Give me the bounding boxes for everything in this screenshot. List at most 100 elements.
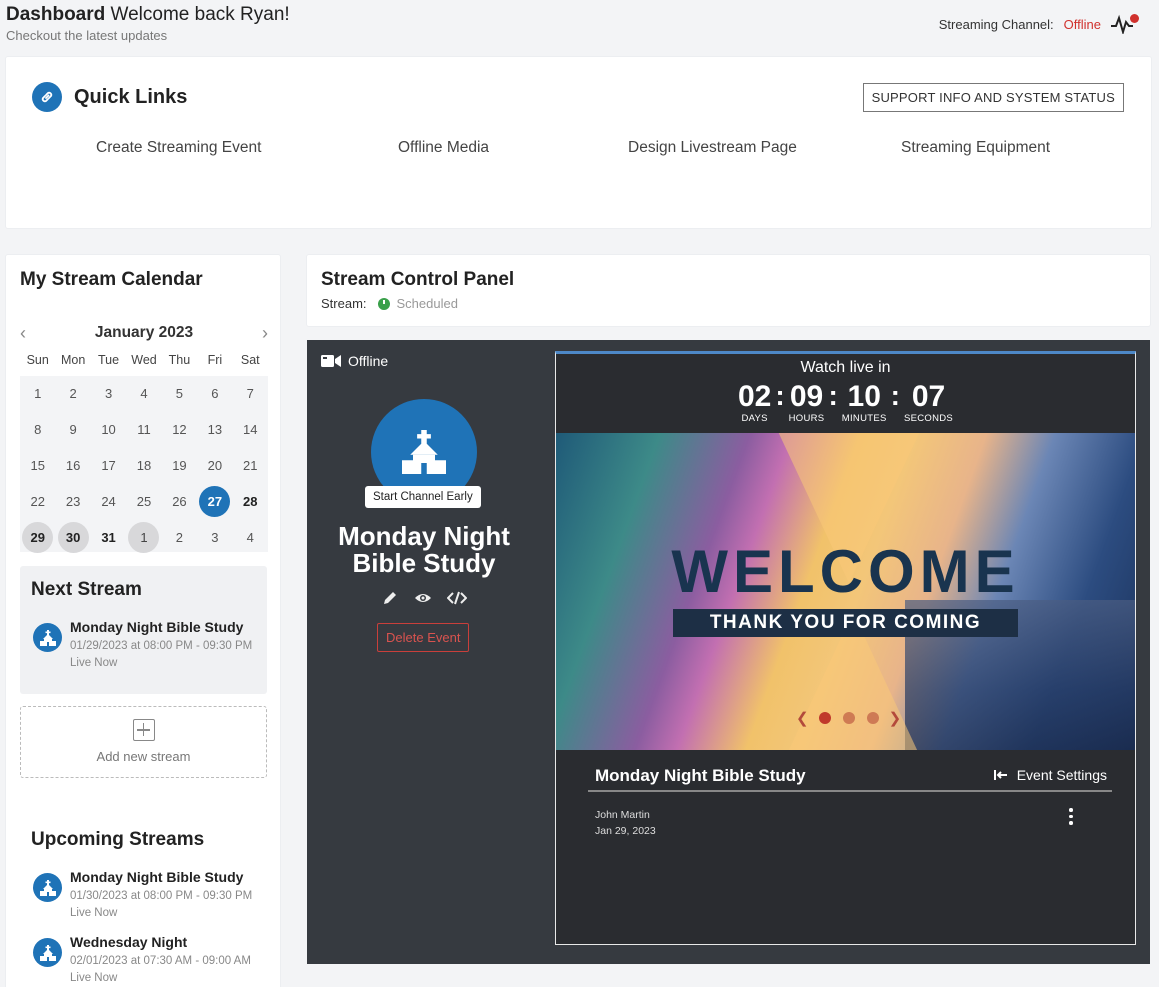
calendar-day-event[interactable]: 29 — [22, 521, 54, 553]
quick-link-design-livestream-page[interactable]: Design Livestream Page — [628, 139, 797, 157]
quick-links-card: Quick Links SUPPORT INFO AND SYSTEM STAT… — [6, 57, 1151, 228]
event-name: Monday Night Bible Study — [317, 523, 531, 577]
calendar-day[interactable]: 1 — [22, 378, 53, 409]
calendar-week-1: 1 2 3 4 5 6 7 — [20, 375, 268, 411]
calendar-day[interactable]: 22 — [22, 486, 53, 517]
carousel-dot[interactable] — [818, 712, 831, 724]
countdown-minutes: 10 MINUTES — [841, 381, 887, 425]
calendar-day-event[interactable]: 30 — [57, 521, 89, 553]
calendar-day[interactable]: 20 — [199, 450, 230, 481]
calendar-day[interactable]: 25 — [128, 486, 159, 517]
code-icon[interactable] — [446, 590, 468, 611]
eye-icon[interactable] — [414, 590, 432, 611]
upcoming-stream-status: Live Now — [70, 907, 118, 919]
chevron-right-icon[interactable]: › — [262, 323, 268, 344]
countdown-value: 09 — [789, 380, 824, 413]
offline-dot-icon — [1130, 14, 1139, 23]
pulse-icon — [1111, 14, 1139, 36]
countdown-label: MINUTES — [841, 413, 887, 424]
calendar-day[interactable]: 10 — [93, 414, 124, 445]
calendar-day[interactable]: 14 — [235, 414, 266, 445]
calendar-day[interactable]: 2 — [164, 522, 195, 553]
upcoming-stream-name: Wednesday Night — [70, 934, 188, 950]
calendar-week-5: 29 30 31 1 2 3 4 — [20, 519, 268, 555]
preview-event-date: Jan 29, 2023 — [595, 825, 656, 837]
calendar-day[interactable]: 3 — [93, 378, 124, 409]
calendar-day[interactable]: 28 — [235, 486, 266, 517]
calendar-week-2: 8 9 10 11 12 13 14 — [20, 411, 268, 447]
calendar-week-4: 22 23 24 25 26 27 28 — [20, 483, 268, 519]
calendar-week-3: 15 16 17 18 19 20 21 — [20, 447, 268, 483]
upcoming-stream-item[interactable]: Wednesday Night 02/01/2023 at 07:30 AM -… — [33, 934, 251, 984]
streaming-channel-state: Offline — [1063, 16, 1101, 32]
delete-event-button[interactable]: Delete Event — [377, 623, 470, 652]
next-stream-time: 01/29/2023 at 08:00 PM - 09:30 PM — [70, 640, 253, 652]
calendar-day[interactable]: 7 — [235, 378, 266, 409]
calendar-day[interactable]: 5 — [164, 378, 195, 409]
calendar-grid: Sun Mon Tue Wed Thu Fri Sat 1 2 3 4 5 6 … — [20, 353, 268, 555]
calendar-day[interactable]: 12 — [164, 414, 195, 445]
carousel-dot[interactable] — [842, 712, 855, 724]
calendar-weekdays: Sun Mon Tue Wed Thu Fri Sat — [20, 353, 268, 375]
next-stream-panel: Next Stream Monday Night Bible Study 01/… — [20, 566, 267, 694]
upcoming-streams-title: Upcoming Streams — [31, 829, 205, 850]
preview-event-author: John Martin — [595, 809, 650, 821]
countdown: 02 DAYS : 09 HOURS : 10 MINUTES : 07 SEC… — [556, 380, 1135, 425]
church-icon — [33, 873, 62, 902]
calendar-day[interactable]: 13 — [199, 414, 230, 445]
calendar-day[interactable]: 6 — [199, 378, 230, 409]
support-info-button[interactable]: SUPPORT INFO AND SYSTEM STATUS — [862, 83, 1124, 112]
calendar-day[interactable]: 2 — [58, 378, 89, 409]
start-channel-tooltip: Start Channel Early — [365, 486, 481, 508]
calendar-day[interactable]: 31 — [93, 522, 124, 553]
calendar-day[interactable]: 11 — [128, 414, 159, 445]
calendar-day[interactable]: 9 — [58, 414, 89, 445]
carousel-dots: ❮ ❯ — [792, 709, 905, 727]
streaming-channel-status: Streaming Channel: Offline — [939, 14, 1139, 36]
calendar-day[interactable]: 23 — [58, 486, 89, 517]
calendar-day[interactable]: 3 — [199, 522, 230, 553]
quick-link-offline-media[interactable]: Offline Media — [398, 139, 489, 157]
quick-link-streaming-equipment[interactable]: Streaming Equipment — [901, 139, 1050, 157]
stream-calendar-title: My Stream Calendar — [20, 269, 203, 290]
more-options-icon[interactable] — [1069, 808, 1073, 828]
church-icon — [33, 938, 62, 967]
calendar-day[interactable]: 8 — [22, 414, 53, 445]
stream-calendar-card: My Stream Calendar ‹ January 2023 › Sun … — [6, 255, 280, 987]
calendar-day[interactable]: 19 — [164, 450, 195, 481]
upcoming-stream-time: 02/01/2023 at 07:30 AM - 09:00 AM — [70, 955, 251, 967]
calendar-day[interactable]: 18 — [128, 450, 159, 481]
calendar-day[interactable]: 4 — [235, 522, 266, 553]
chevron-left-icon[interactable]: ❮ — [796, 709, 809, 727]
calendar-day[interactable]: 17 — [93, 450, 124, 481]
upcoming-stream-item[interactable]: Monday Night Bible Study 01/30/2023 at 0… — [33, 869, 252, 919]
calendar-day[interactable]: 21 — [235, 450, 266, 481]
watch-live-label: Watch live in — [800, 359, 891, 376]
quick-links-title: Quick Links — [74, 86, 188, 108]
carousel-dot[interactable] — [866, 712, 879, 724]
upcoming-stream-status: Live Now — [70, 972, 118, 984]
calendar-day[interactable]: 15 — [22, 450, 53, 481]
calendar-day[interactable]: 24 — [93, 486, 124, 517]
stream-status-row: Stream: Scheduled — [321, 296, 458, 311]
church-icon — [33, 623, 62, 652]
calendar-day-event[interactable]: 1 — [128, 521, 160, 553]
countdown-label: DAYS — [741, 413, 768, 424]
calendar-day[interactable]: 16 — [58, 450, 89, 481]
event-settings-link[interactable]: Event Settings — [993, 767, 1107, 783]
chevron-left-icon[interactable]: ‹ — [20, 323, 26, 344]
add-new-stream-button[interactable]: Add new stream — [20, 706, 267, 778]
divider — [588, 790, 1112, 792]
chevron-right-icon[interactable]: ❯ — [889, 709, 902, 727]
calendar-day-selected[interactable]: 27 — [199, 485, 231, 517]
calendar-day[interactable]: 4 — [128, 378, 159, 409]
weekday-fri: Fri — [207, 353, 223, 367]
quick-link-create-streaming-event[interactable]: Create Streaming Event — [96, 139, 261, 157]
pencil-icon[interactable] — [382, 590, 398, 611]
next-stream-item[interactable]: Monday Night Bible Study 01/29/2023 at 0… — [33, 619, 252, 669]
countdown-seconds: 07 SECONDS — [903, 381, 954, 425]
calendar-day[interactable]: 26 — [164, 486, 195, 517]
upcoming-stream-name: Monday Night Bible Study — [70, 869, 244, 885]
welcome-banner-image: WELCOME THANK YOU FOR COMING ❮ ❯ — [556, 433, 1135, 750]
countdown-label: SECONDS — [903, 413, 954, 424]
